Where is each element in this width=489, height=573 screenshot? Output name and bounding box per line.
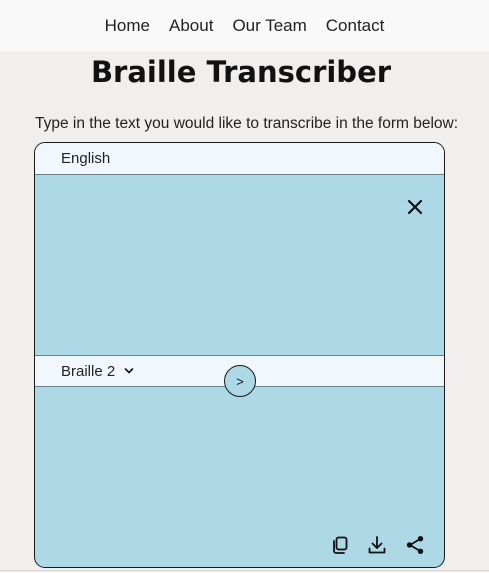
source-language-bar: English <box>35 143 444 175</box>
target-language-label: Braille 2 <box>61 362 116 380</box>
top-navigation: Home About Our Team Contact <box>0 0 489 51</box>
page-bottom-divider <box>0 570 489 571</box>
transcriber-panel: English Braille 2 > <box>34 142 445 568</box>
instructions-text: Type in the text you would like to trans… <box>35 115 459 132</box>
nav-link-contact[interactable]: Contact <box>326 16 385 36</box>
page-title: Braille Transcriber <box>90 55 392 89</box>
source-language-label: English <box>61 150 111 167</box>
nav-link-home[interactable]: Home <box>105 16 150 36</box>
copy-icon[interactable] <box>329 534 351 556</box>
download-icon[interactable] <box>366 534 388 556</box>
nav-link-our-team[interactable]: Our Team <box>232 16 306 36</box>
chevron-down-icon[interactable] <box>124 366 134 376</box>
source-text-input[interactable] <box>35 175 444 359</box>
close-icon[interactable] <box>404 196 426 218</box>
nav-link-about[interactable]: About <box>169 16 213 36</box>
share-icon[interactable] <box>404 534 426 556</box>
